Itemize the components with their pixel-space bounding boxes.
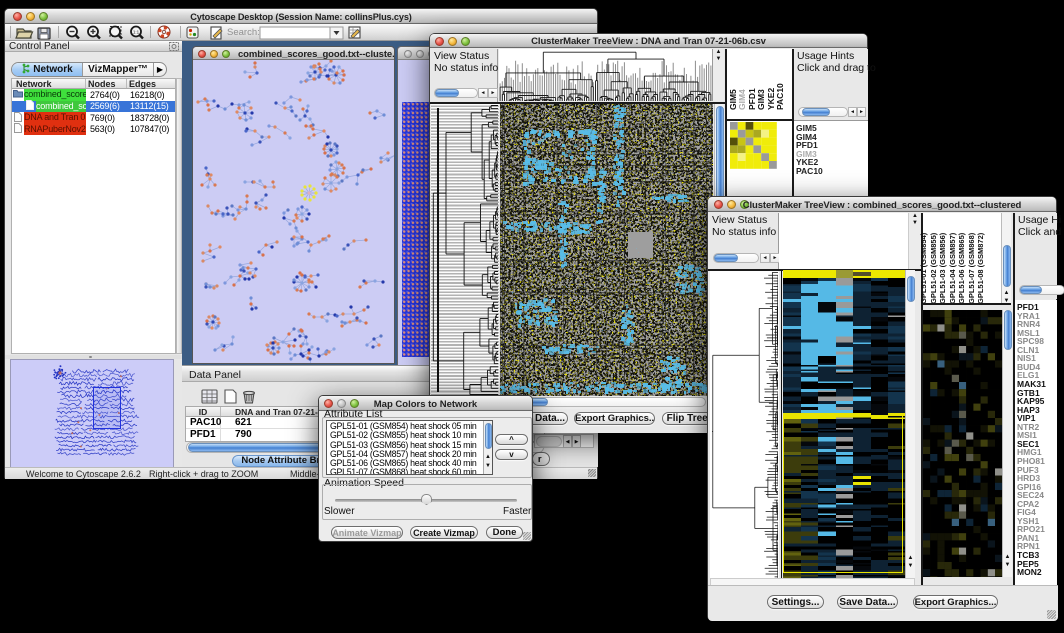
svg-text:1:1: 1:1 [133,30,140,35]
svg-text:Search:: Search: [227,27,260,38]
